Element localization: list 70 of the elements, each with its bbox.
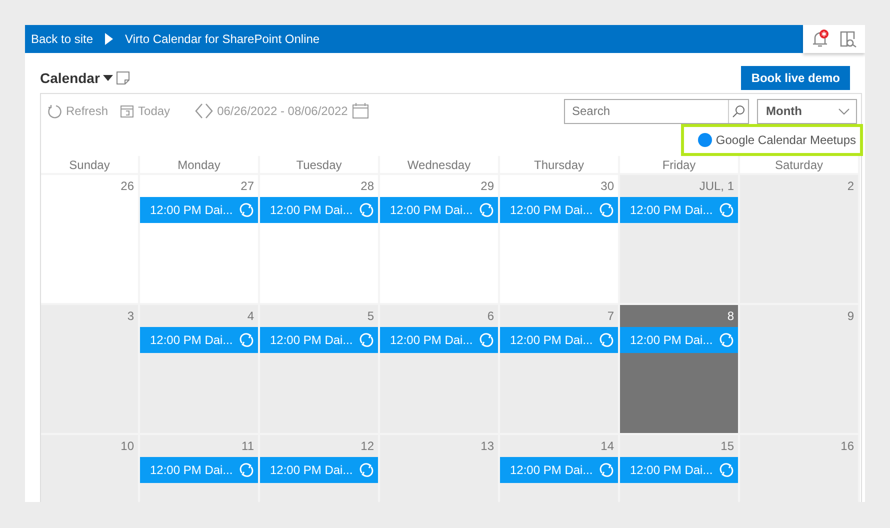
date-range: 06/26/2022 - 08/06/2022 xyxy=(217,103,348,120)
event-title: 12:00 PM Dai... xyxy=(630,332,713,349)
calendar-icon xyxy=(120,104,134,118)
event-item[interactable]: 12:00 PM Dai... xyxy=(260,327,378,353)
day-number: 13 xyxy=(480,438,495,455)
calendar-title: Calendar xyxy=(40,68,100,88)
legend-label: Google Calendar Meetups xyxy=(716,132,856,149)
event-item[interactable]: 12:00 PM Dai... xyxy=(260,457,378,483)
event-title: 12:00 PM Dai... xyxy=(630,202,713,219)
day-number: JUL, 1 xyxy=(698,178,735,195)
site-title: Virto Calendar for SharePoint Online xyxy=(125,31,320,48)
day-number: 29 xyxy=(480,178,495,195)
day-number: 28 xyxy=(360,178,375,195)
day-number: 30 xyxy=(600,178,615,195)
refresh-icon xyxy=(47,104,62,118)
day-number: 2 xyxy=(846,178,855,195)
event-item[interactable]: 12:00 PM Dai... xyxy=(140,327,258,353)
day-number: 27 xyxy=(240,178,255,195)
day-number: 9 xyxy=(846,308,855,325)
event-title: 12:00 PM Dai... xyxy=(150,462,233,479)
triangle-icon xyxy=(105,33,114,45)
event-item[interactable]: 12:00 PM Dai... xyxy=(500,197,618,223)
day-number: 7 xyxy=(606,308,615,325)
book-demo-button[interactable]: Book live demo xyxy=(741,66,850,90)
day-number: 12 xyxy=(360,438,375,455)
event-item[interactable]: 12:00 PM Dai... xyxy=(140,197,258,223)
event-item[interactable]: 12:00 PM Dai... xyxy=(140,457,258,483)
day-number: 26 xyxy=(120,178,135,195)
event-title: 12:00 PM Dai... xyxy=(510,462,593,479)
event-item[interactable]: 12:00 PM Dai... xyxy=(620,327,738,353)
event-item[interactable]: 12:00 PM Dai... xyxy=(260,197,378,223)
day-number: 14 xyxy=(600,438,615,455)
event-item[interactable]: 12:00 PM Dai... xyxy=(500,327,618,353)
event-title: 12:00 PM Dai... xyxy=(390,202,473,219)
event-title: 12:00 PM Dai... xyxy=(630,462,713,479)
back-link[interactable]: Back to site xyxy=(31,30,94,48)
view-dropdown[interactable]: Month xyxy=(757,98,857,124)
day-number: 4 xyxy=(246,308,255,325)
previous-icon[interactable] xyxy=(194,103,204,119)
day-number: 6 xyxy=(486,308,495,325)
today-button[interactable]: Today xyxy=(120,102,170,120)
calendar-icon[interactable] xyxy=(352,103,369,119)
event-item[interactable]: 12:00 PM Dai... xyxy=(620,457,738,483)
refresh-button[interactable]: Refresh xyxy=(47,102,108,120)
event-item[interactable]: 12:00 PM Dai... xyxy=(500,457,618,483)
book-icon[interactable] xyxy=(840,30,858,48)
event-title: 12:00 PM Dai... xyxy=(270,462,353,479)
chevron-icon xyxy=(838,108,850,114)
day-number: 10 xyxy=(120,438,135,455)
day-number: 15 xyxy=(720,438,735,455)
event-title: 12:00 PM Dai... xyxy=(150,332,233,349)
event-item[interactable]: 12:00 PM Dai... xyxy=(380,197,498,223)
day-number: 8 xyxy=(726,308,735,325)
day-number: 16 xyxy=(840,438,855,455)
day-number: 3 xyxy=(126,308,135,325)
search-icon[interactable] xyxy=(732,104,745,118)
event-item[interactable]: 12:00 PM Dai... xyxy=(380,327,498,353)
event-title: 12:00 PM Dai... xyxy=(510,332,593,349)
event-title: 12:00 PM Dai... xyxy=(150,202,233,219)
event-item[interactable]: 12:00 PM Dai... xyxy=(620,197,738,223)
day-number: 11 xyxy=(240,438,255,455)
caret-icon[interactable] xyxy=(102,75,113,81)
search-field[interactable]: Search xyxy=(564,98,749,124)
event-title: 12:00 PM Dai... xyxy=(270,332,353,349)
day-number: 5 xyxy=(366,308,375,325)
next-icon[interactable] xyxy=(204,103,214,119)
event-title: 12:00 PM Dai... xyxy=(390,332,473,349)
event-title: 12:00 PM Dai... xyxy=(510,202,593,219)
event-title: 12:00 PM Dai... xyxy=(270,202,353,219)
notification-icon[interactable] xyxy=(810,29,830,49)
